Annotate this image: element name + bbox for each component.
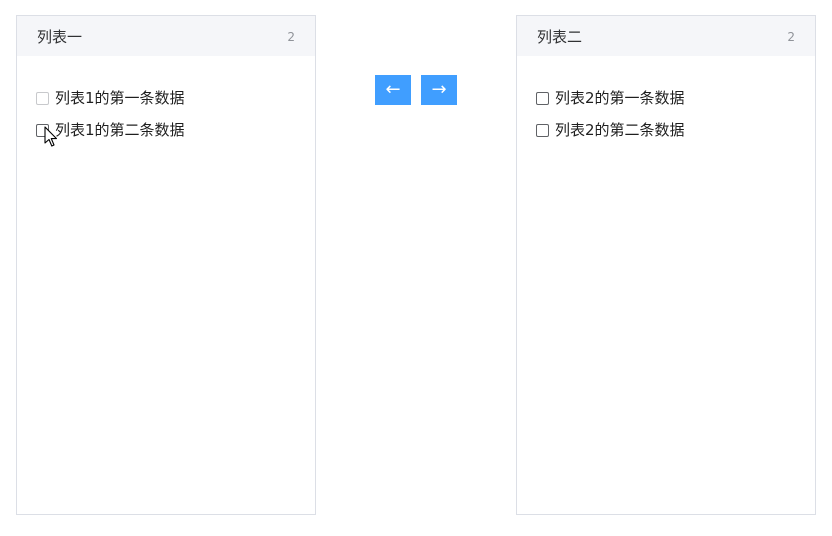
target-list-body: 列表2的第一条数据 列表2的第二条数据 (517, 56, 815, 146)
source-list-title: 列表一 (37, 28, 83, 46)
target-list-panel: 列表二 2 列表2的第一条数据 列表2的第二条数据 (516, 15, 816, 515)
source-list-count: 2 (287, 30, 295, 44)
source-list-item[interactable]: 列表1的第二条数据 (17, 114, 315, 146)
source-list-item-label: 列表1的第一条数据 (55, 89, 185, 107)
target-list-item-label: 列表2的第二条数据 (555, 121, 685, 139)
target-list-item-label: 列表2的第一条数据 (555, 89, 685, 107)
target-list-item[interactable]: 列表2的第一条数据 (517, 82, 815, 114)
source-list-body: 列表1的第一条数据 列表1的第二条数据 (17, 56, 315, 146)
source-list-item-label: 列表1的第二条数据 (55, 121, 185, 139)
checkbox-icon[interactable] (536, 123, 549, 137)
target-list-header: 列表二 2 (517, 16, 815, 56)
move-to-left-button[interactable]: ← (375, 75, 411, 105)
checkbox-icon[interactable] (36, 91, 49, 105)
source-list-item[interactable]: 列表1的第一条数据 (17, 82, 315, 114)
target-list-title: 列表二 (537, 28, 583, 46)
target-list-item[interactable]: 列表2的第二条数据 (517, 114, 815, 146)
checkbox-icon[interactable] (36, 123, 49, 137)
target-list-count: 2 (787, 30, 795, 44)
checkbox-icon[interactable] (536, 91, 549, 105)
source-list-header: 列表一 2 (17, 16, 315, 56)
source-list-panel: 列表一 2 列表1的第一条数据 列表1的第二条数据 (16, 15, 316, 515)
move-to-right-button[interactable]: → (421, 75, 457, 105)
